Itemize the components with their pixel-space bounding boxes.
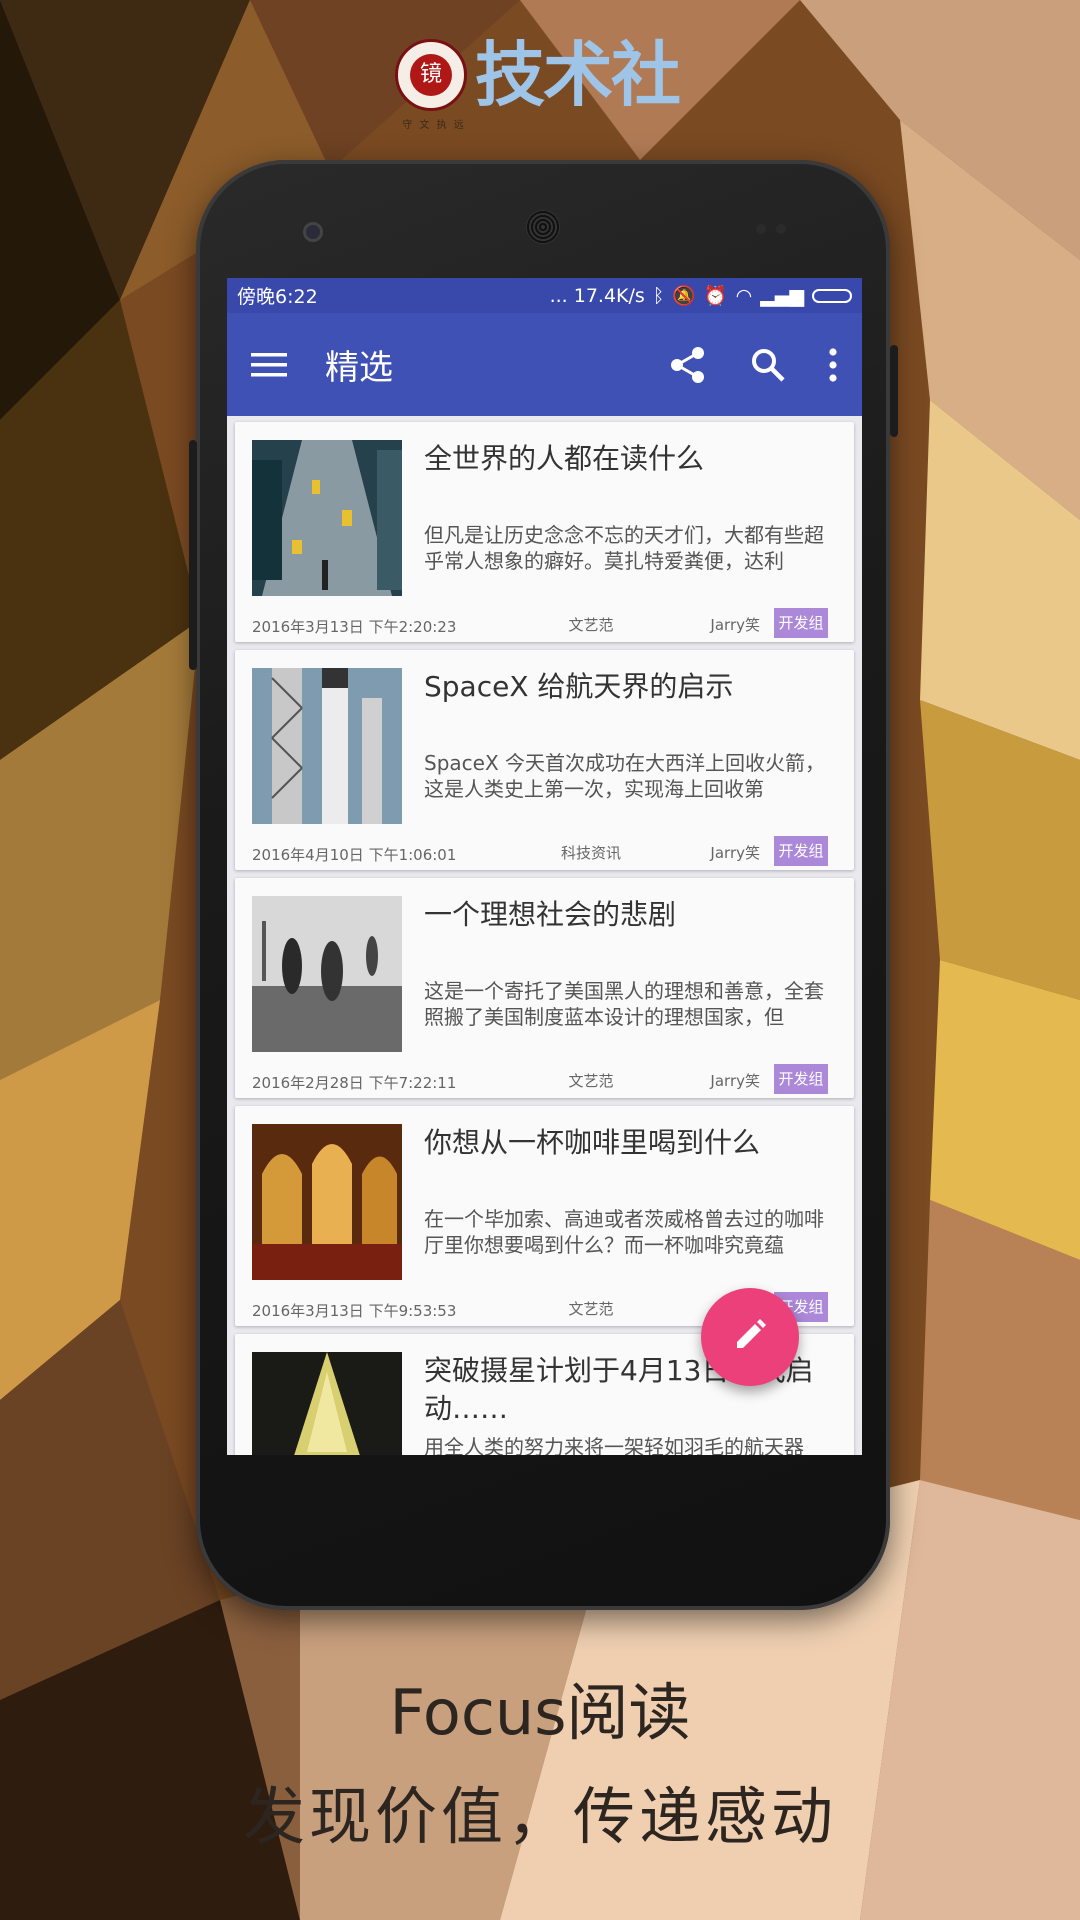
article-summary: 用全人类的努力来将一架轻如羽毛的航天器 (424, 1435, 804, 1455)
article-author: Jarry笑 (710, 616, 760, 634)
article-summary: 这是一个寄托了美国黑人的理想和善意，全套照搬了美国制度蓝本设计的理想国家，但 (424, 979, 824, 1029)
team-badge: 开发组 (774, 608, 828, 638)
article-author: Jarry笑 (710, 844, 760, 862)
article-summary: 但凡是让历史念念不忘的天才们，大都有些超乎常人想象的癖好。莫扎特爱粪便，达利 (424, 523, 824, 573)
status-time: 傍晚6:22 (237, 286, 318, 308)
menu-icon[interactable] (251, 351, 287, 379)
slogan-title: Focus阅读 (389, 1676, 691, 1749)
bluetooth-icon: ᛒ (652, 284, 665, 307)
slogan-subtitle: 发现价值，传递感动 (242, 1780, 837, 1853)
volume-button (189, 440, 197, 670)
power-button (890, 345, 898, 437)
article-thumbnail (252, 896, 402, 1052)
article-date: 2016年3月13日 下午2:20:23 (252, 618, 457, 636)
article-date: 2016年4月10日 下午1:06:01 (252, 846, 457, 864)
more-options-icon[interactable] (828, 347, 838, 382)
speaker-grille (526, 210, 560, 244)
compose-button[interactable] (701, 1288, 799, 1386)
brand-name: 技术社 (475, 34, 681, 116)
team-badge: 开发组 (774, 1064, 828, 1094)
article-thumbnail (252, 1352, 402, 1455)
alarm-icon: ⏰ (703, 285, 728, 307)
article-card[interactable]: SpaceX 给航天界的启示 SpaceX 今天首次成功在大西洋上回收火箭，这是… (235, 650, 854, 870)
article-category: 文艺范 (568, 616, 614, 634)
network-speed: ... 17.4K/s (549, 284, 645, 307)
sensor-dot (776, 224, 786, 234)
seal-caption: 守 文 执 远 (402, 120, 466, 131)
article-category: 文艺范 (568, 1072, 614, 1090)
article-title: 全世界的人都在读什么 (424, 442, 705, 475)
app-toolbar: 精选 (227, 313, 862, 416)
article-summary: 在一个毕加索、高迪或者茨威格曾去过的咖啡厅里你想要喝到什么？而一杯咖啡究竟蕴 (424, 1207, 824, 1257)
article-title: 一个理想社会的悲剧 (424, 898, 677, 931)
article-title: SpaceX 给航天界的启示 (424, 670, 734, 703)
status-bar: 傍晚6:22 ... 17.4K/s ᛒ 🔕 ⏰ ◠ ▂▄▆ (227, 278, 862, 313)
article-thumbnail (252, 440, 402, 596)
share-icon[interactable] (668, 345, 708, 385)
article-card[interactable]: 全世界的人都在读什么 但凡是让历史念念不忘的天才们，大都有些超乎常人想象的癖好。… (235, 422, 854, 642)
article-summary: SpaceX 今天首次成功在大西洋上回收火箭，这是人类史上第一次，实现海上回收第 (424, 751, 826, 801)
article-thumbnail (252, 668, 402, 824)
article-date: 2016年3月13日 下午9:53:53 (252, 1302, 457, 1320)
battery-icon (812, 288, 852, 303)
article-category: 文艺范 (568, 1300, 614, 1318)
seal-logo: 镜 守 文 执 远 (395, 39, 467, 131)
sensor-dot (756, 224, 766, 234)
pencil-icon (731, 1316, 769, 1358)
phone-screen: 傍晚6:22 ... 17.4K/s ᛒ 🔕 ⏰ ◠ ▂▄▆ 精选 全世界的人都… (227, 278, 862, 1455)
article-title: 你想从一杯咖啡里喝到什么 (424, 1126, 761, 1159)
article-card[interactable]: 一个理想社会的悲剧 这是一个寄托了美国黑人的理想和善意，全套照搬了美国制度蓝本设… (235, 878, 854, 1098)
wifi-icon: ◠ (735, 284, 753, 307)
article-thumbnail (252, 1124, 402, 1280)
brand-logo: 镜 守 文 执 远 技术社 (395, 34, 681, 131)
mute-icon: 🔕 (672, 285, 696, 307)
seal-char: 镜 (410, 54, 452, 96)
page-title: 精选 (325, 348, 393, 388)
article-date: 2016年2月28日 下午7:22:11 (252, 1074, 457, 1092)
front-camera-icon (303, 222, 323, 242)
search-icon[interactable] (750, 347, 786, 383)
article-author: Jarry笑 (710, 1072, 760, 1090)
signal-icon: ▂▄▆ (760, 284, 804, 307)
team-badge: 开发组 (774, 836, 828, 866)
article-category: 科技资讯 (560, 844, 621, 862)
